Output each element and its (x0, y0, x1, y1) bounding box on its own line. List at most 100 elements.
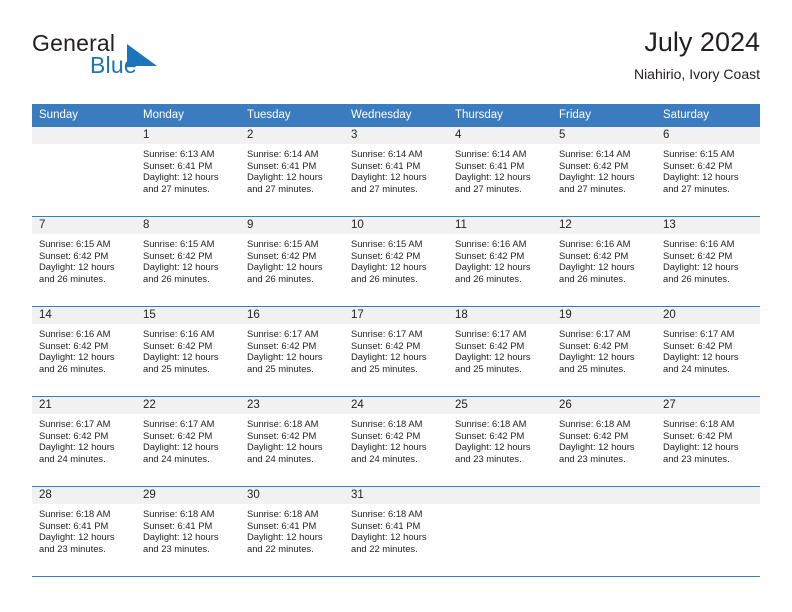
sunset-text: Sunset: 6:41 PM (351, 519, 421, 531)
day-number: 24 (344, 397, 448, 414)
calendar-day-cell[interactable]: 9 Sunrise: 6:15 AM Sunset: 6:42 PM Daylight… (240, 216, 344, 307)
day-cell-inner: 29 Sunrise: 6:18 AM Sunset: 6:41 PM Dayligh… (136, 487, 240, 576)
sunrise-text: Sunrise: 6:15 AM (143, 238, 215, 249)
sunset-text: Sunset: 6:42 PM (559, 249, 629, 261)
day-details: Sunrise: 6:17 AM Sunset: 6:42 PM Daylight:… (32, 414, 136, 464)
daylight-text-line1: Daylight: 12 hours (559, 171, 635, 183)
daylight-text-line1: Daylight: 12 hours (559, 351, 635, 363)
day-details: Sunrise: 6:16 AM Sunset: 6:42 PM Daylight:… (136, 324, 240, 374)
calendar-day-cell[interactable]: 18 Sunrise: 6:17 AM Sunset: 6:42 PM Dayligh… (448, 306, 552, 397)
daylight-text-line2: and 26 minutes. (455, 272, 522, 284)
daylight-text-line2: and 24 minutes. (351, 452, 418, 464)
calendar-day-cell[interactable]: 14 Sunrise: 6:16 AM Sunset: 6:42 PM Dayligh… (32, 306, 136, 397)
sunrise-text: Sunrise: 6:15 AM (247, 238, 319, 249)
weekday-header-tuesday: Tuesday (240, 104, 344, 127)
calendar-day-cell[interactable]: 30 Sunrise: 6:18 AM Sunset: 6:41 PM Dayligh… (240, 486, 344, 577)
calendar-day-cell[interactable]: 19 Sunrise: 6:17 AM Sunset: 6:42 PM Dayligh… (552, 306, 656, 397)
calendar-day-cell[interactable]: 8 Sunrise: 6:15 AM Sunset: 6:42 PM Daylight… (136, 216, 240, 307)
calendar-day-cell[interactable]: 15 Sunrise: 6:16 AM Sunset: 6:42 PM Dayligh… (136, 306, 240, 397)
daylight-text-line1: Daylight: 12 hours (39, 261, 115, 273)
calendar-day-cell[interactable]: 4 Sunrise: 6:14 AM Sunset: 6:41 PM Daylight… (448, 127, 552, 217)
day-details: Sunrise: 6:16 AM Sunset: 6:42 PM Daylight:… (448, 234, 552, 284)
day-cell-inner: 19 Sunrise: 6:17 AM Sunset: 6:42 PM Dayligh… (552, 307, 656, 396)
sunrise-text: Sunrise: 6:18 AM (663, 418, 735, 429)
sunset-text: Sunset: 6:42 PM (351, 249, 421, 261)
calendar-day-cell[interactable]: 22 Sunrise: 6:17 AM Sunset: 6:42 PM Dayligh… (136, 396, 240, 487)
daylight-text-line1: Daylight: 12 hours (143, 531, 219, 543)
day-details: Sunrise: 6:18 AM Sunset: 6:42 PM Daylight:… (344, 414, 448, 464)
calendar-week-row: 21 Sunrise: 6:17 AM Sunset: 6:42 PM Dayligh… (32, 396, 760, 487)
daylight-text-line1: Daylight: 12 hours (143, 351, 219, 363)
calendar-day-cell[interactable]: 27 Sunrise: 6:18 AM Sunset: 6:42 PM Dayligh… (656, 396, 760, 487)
daylight-text-line2: and 27 minutes. (247, 182, 314, 194)
day-cell-inner: 4 Sunrise: 6:14 AM Sunset: 6:41 PM Daylight… (448, 127, 552, 216)
sunset-text: Sunset: 6:42 PM (559, 339, 629, 351)
weekday-header-sunday: Sunday (32, 104, 136, 127)
sunrise-text: Sunrise: 6:17 AM (663, 328, 735, 339)
daylight-text-line2: and 22 minutes. (247, 542, 314, 554)
sunset-text: Sunset: 6:42 PM (143, 429, 213, 441)
sunset-text: Sunset: 6:42 PM (351, 429, 421, 441)
calendar-day-cell[interactable]: 1 Sunrise: 6:13 AM Sunset: 6:41 PM Daylight… (136, 127, 240, 217)
day-details: Sunrise: 6:17 AM Sunset: 6:42 PM Daylight:… (656, 324, 760, 374)
daylight-text-line2: and 25 minutes. (559, 362, 626, 374)
sunrise-text: Sunrise: 6:18 AM (247, 418, 319, 429)
calendar-day-cell[interactable]: 16 Sunrise: 6:17 AM Sunset: 6:42 PM Dayligh… (240, 306, 344, 397)
daylight-text-line2: and 26 minutes. (143, 272, 210, 284)
calendar-day-cell[interactable]: 17 Sunrise: 6:17 AM Sunset: 6:42 PM Dayligh… (344, 306, 448, 397)
day-details: Sunrise: 6:18 AM Sunset: 6:41 PM Daylight:… (240, 504, 344, 554)
day-number: 27 (656, 397, 760, 414)
calendar-day-cell-empty (32, 127, 136, 217)
calendar-day-cell[interactable]: 20 Sunrise: 6:17 AM Sunset: 6:42 PM Dayligh… (656, 306, 760, 397)
calendar-day-cell[interactable]: 28 Sunrise: 6:18 AM Sunset: 6:41 PM Dayligh… (32, 486, 136, 577)
weekday-header-wednesday: Wednesday (344, 104, 448, 127)
day-details: Sunrise: 6:17 AM Sunset: 6:42 PM Daylight:… (136, 414, 240, 464)
calendar-day-cell[interactable]: 11 Sunrise: 6:16 AM Sunset: 6:42 PM Dayligh… (448, 216, 552, 307)
calendar-day-cell[interactable]: 21 Sunrise: 6:17 AM Sunset: 6:42 PM Dayligh… (32, 396, 136, 487)
daylight-text-line1: Daylight: 12 hours (351, 531, 427, 543)
page-header: General Blue July 2024 Niahirio, Ivory C… (32, 26, 760, 92)
day-number: 9 (240, 217, 344, 234)
day-number: 7 (32, 217, 136, 234)
day-number: 23 (240, 397, 344, 414)
day-number: 31 (344, 487, 448, 504)
daylight-text-line1: Daylight: 12 hours (559, 441, 635, 453)
calendar-day-cell[interactable]: 24 Sunrise: 6:18 AM Sunset: 6:42 PM Dayligh… (344, 396, 448, 487)
sunrise-text: Sunrise: 6:17 AM (455, 328, 527, 339)
calendar-day-cell[interactable]: 7 Sunrise: 6:15 AM Sunset: 6:42 PM Daylight… (32, 216, 136, 307)
daylight-text-line1: Daylight: 12 hours (247, 261, 323, 273)
day-details: Sunrise: 6:16 AM Sunset: 6:42 PM Daylight:… (656, 234, 760, 284)
calendar-day-cell[interactable]: 25 Sunrise: 6:18 AM Sunset: 6:42 PM Dayligh… (448, 396, 552, 487)
sunset-text: Sunset: 6:42 PM (39, 339, 109, 351)
sunset-text: Sunset: 6:42 PM (663, 339, 733, 351)
day-number: 2 (240, 127, 344, 144)
day-cell-inner: 21 Sunrise: 6:17 AM Sunset: 6:42 PM Dayligh… (32, 397, 136, 486)
day-number: 13 (656, 217, 760, 234)
day-cell-inner: 8 Sunrise: 6:15 AM Sunset: 6:42 PM Daylight… (136, 217, 240, 306)
day-details: Sunrise: 6:16 AM Sunset: 6:42 PM Daylight:… (552, 234, 656, 284)
calendar-day-cell[interactable]: 29 Sunrise: 6:18 AM Sunset: 6:41 PM Dayligh… (136, 486, 240, 577)
calendar-day-cell[interactable]: 2 Sunrise: 6:14 AM Sunset: 6:41 PM Daylight… (240, 127, 344, 217)
calendar-day-cell[interactable]: 10 Sunrise: 6:15 AM Sunset: 6:42 PM Dayligh… (344, 216, 448, 307)
calendar-day-cell[interactable]: 26 Sunrise: 6:18 AM Sunset: 6:42 PM Dayligh… (552, 396, 656, 487)
sunset-text: Sunset: 6:42 PM (455, 429, 525, 441)
daylight-text-line2: and 25 minutes. (143, 362, 210, 374)
calendar-day-cell[interactable]: 13 Sunrise: 6:16 AM Sunset: 6:42 PM Dayligh… (656, 216, 760, 307)
day-cell-inner: 30 Sunrise: 6:18 AM Sunset: 6:41 PM Dayligh… (240, 487, 344, 576)
calendar-day-cell[interactable]: 31 Sunrise: 6:18 AM Sunset: 6:41 PM Dayligh… (344, 486, 448, 577)
daylight-text-line1: Daylight: 12 hours (39, 531, 115, 543)
daylight-text-line2: and 26 minutes. (39, 272, 106, 284)
daylight-text-line2: and 25 minutes. (351, 362, 418, 374)
calendar-day-cell[interactable]: 23 Sunrise: 6:18 AM Sunset: 6:42 PM Dayligh… (240, 396, 344, 487)
day-cell-inner: 7 Sunrise: 6:15 AM Sunset: 6:42 PM Daylight… (32, 217, 136, 306)
sunset-text: Sunset: 6:42 PM (455, 339, 525, 351)
sunset-text: Sunset: 6:42 PM (663, 159, 733, 171)
daylight-text-line1: Daylight: 12 hours (663, 171, 739, 183)
calendar-day-cell[interactable]: 6 Sunrise: 6:15 AM Sunset: 6:42 PM Daylight… (656, 127, 760, 217)
calendar-day-cell[interactable]: 3 Sunrise: 6:14 AM Sunset: 6:41 PM Daylight… (344, 127, 448, 217)
calendar-day-cell[interactable]: 5 Sunrise: 6:14 AM Sunset: 6:42 PM Daylight… (552, 127, 656, 217)
brand-logo[interactable]: General Blue (32, 30, 262, 88)
day-number: 14 (32, 307, 136, 324)
day-details: Sunrise: 6:18 AM Sunset: 6:41 PM Daylight:… (344, 504, 448, 554)
calendar-day-cell[interactable]: 12 Sunrise: 6:16 AM Sunset: 6:42 PM Dayligh… (552, 216, 656, 307)
